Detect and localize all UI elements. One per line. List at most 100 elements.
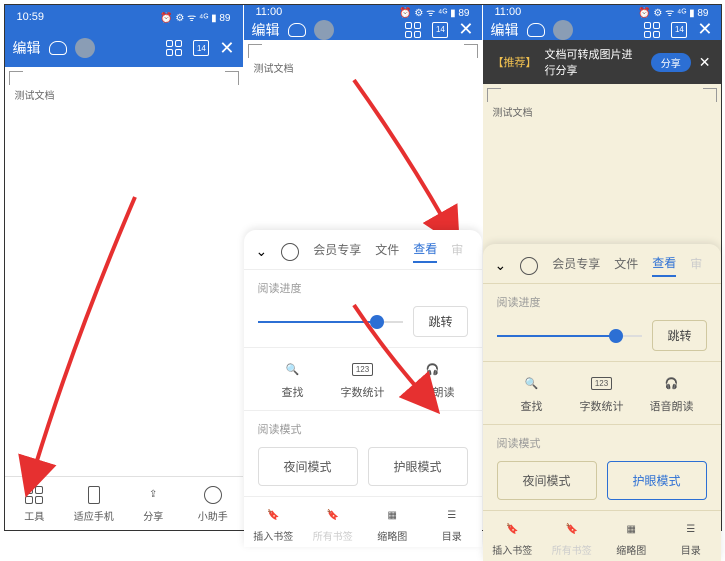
progress-label: 阅读进度: [258, 280, 468, 296]
tool-bottom-row: 🔖 插入书签 🔖 所有书签 ▦ 缩略图 ☰ 目录: [483, 510, 721, 561]
avatar[interactable]: [314, 20, 334, 40]
tab-view[interactable]: 查看: [413, 240, 437, 263]
bookmark-icon: 🔖: [263, 505, 283, 525]
cloud-icon[interactable]: [527, 21, 545, 39]
grid-icon[interactable]: [165, 39, 183, 57]
grid-icon[interactable]: [404, 21, 422, 39]
search-icon: 🔍: [282, 358, 304, 380]
chevron-down-icon[interactable]: ⌄: [495, 257, 507, 274]
banner-close-icon[interactable]: ✕: [699, 54, 711, 71]
bookmarks-icon: 🔖: [323, 505, 343, 525]
avatar[interactable]: [75, 38, 95, 58]
tab-file[interactable]: 文件: [614, 255, 638, 276]
calendar-icon[interactable]: 14: [671, 22, 687, 38]
status-time: 11:00: [256, 6, 283, 18]
toc[interactable]: ☰ 目录: [661, 519, 721, 557]
bookmarks-icon: 🔖: [562, 519, 582, 539]
tts-button[interactable]: 🎧 语音朗读: [637, 372, 707, 414]
tab-member[interactable]: 会员专享: [313, 241, 361, 262]
list-icon: ☰: [681, 519, 701, 539]
status-bar: 10:59 ⏰ ⚙ ᯤ ⁴ᴳ ▮ 89: [5, 5, 243, 29]
document-area[interactable]: 测试文档: [483, 84, 721, 244]
eye-mode-button[interactable]: 护眼模式: [368, 447, 468, 486]
share-icon: ⇪: [143, 485, 163, 505]
thumbnails[interactable]: ▦ 缩略图: [602, 519, 662, 557]
find-button[interactable]: 🔍 查找: [497, 372, 567, 414]
progress-section: 阅读进度 跳转: [244, 270, 482, 347]
mode-label: 阅读模式: [258, 421, 468, 437]
headphone-icon: 🎧: [422, 358, 444, 380]
mode-label: 阅读模式: [497, 435, 707, 451]
nav-tools[interactable]: 工具: [5, 477, 65, 530]
banner-tag: 【推荐】: [493, 54, 537, 70]
tab-member[interactable]: 会员专享: [552, 255, 600, 276]
close-icon[interactable]: ✕: [697, 19, 712, 40]
bottom-nav: 工具 适应手机 ⇪ 分享 小助手: [5, 476, 243, 530]
toc[interactable]: ☰ 目录: [422, 505, 482, 543]
status-icons: ⏰ ⚙ ᯤ ⁴ᴳ ▮ 89: [160, 10, 230, 24]
cloud-icon[interactable]: [288, 21, 306, 39]
status-time: 10:59: [17, 11, 45, 23]
doc-title: 测试文档: [15, 87, 233, 102]
tool-panel: ⌄ 会员专享 文件 查看 审 阅读进度 跳转: [244, 230, 482, 547]
promo-banner: 【推荐】 文档可转成图片进行分享 分享 ✕: [483, 40, 721, 84]
tab-more[interactable]: 审: [451, 241, 463, 262]
tab-file[interactable]: 文件: [375, 241, 399, 262]
mode-section: 阅读模式 夜间模式 护眼模式: [483, 424, 721, 510]
face-icon[interactable]: [520, 257, 538, 275]
tab-more[interactable]: 审: [690, 255, 702, 276]
progress-slider[interactable]: [497, 322, 643, 350]
tab-view[interactable]: 查看: [652, 254, 676, 277]
headphone-icon: 🎧: [661, 372, 683, 394]
actions-section: 🔍 查找 123 字数统计 🎧 语音朗读: [244, 347, 482, 410]
banner-text: 文档可转成图片进行分享: [545, 46, 643, 78]
face-icon[interactable]: [281, 243, 299, 261]
status-bar: 11:00 ⏰ ⚙ ᯤ ⁴ᴳ ▮ 89: [483, 5, 721, 19]
jump-button[interactable]: 跳转: [652, 320, 706, 351]
tab-row: ⌄ 会员专享 文件 查看 审: [483, 244, 721, 284]
tts-button[interactable]: 🎧 语音朗读: [398, 358, 468, 400]
calendar-icon[interactable]: 14: [193, 40, 209, 56]
nav-share[interactable]: ⇪ 分享: [124, 477, 184, 530]
calendar-icon[interactable]: 14: [432, 22, 448, 38]
wordcount-button[interactable]: 123 字数统计: [567, 372, 637, 414]
progress-label: 阅读进度: [497, 294, 707, 310]
all-bookmarks[interactable]: 🔖 所有书签: [542, 519, 602, 557]
status-icons: ⏰ ⚙ ᯤ ⁴ᴳ ▮ 89: [399, 5, 469, 19]
assistant-icon: [203, 485, 223, 505]
night-mode-button[interactable]: 夜间模式: [497, 461, 597, 500]
cloud-icon[interactable]: [49, 39, 67, 57]
grid-icon[interactable]: [643, 21, 661, 39]
progress-slider[interactable]: [258, 308, 404, 336]
actions-section: 🔍 查找 123 字数统计 🎧 语音朗读: [483, 361, 721, 424]
close-icon[interactable]: ✕: [458, 19, 473, 40]
count-icon: 123: [352, 358, 374, 380]
chevron-down-icon[interactable]: ⌄: [256, 243, 268, 260]
all-bookmarks[interactable]: 🔖 所有书签: [303, 505, 363, 543]
edit-label[interactable]: 编辑: [13, 38, 41, 58]
banner-share-button[interactable]: 分享: [651, 53, 691, 72]
document-area[interactable]: 测试文档: [244, 40, 482, 230]
eye-mode-button[interactable]: 护眼模式: [607, 461, 707, 500]
phone-icon: [84, 485, 104, 505]
phone-screen-left: 10:59 ⏰ ⚙ ᯤ ⁴ᴳ ▮ 89 编辑 14 ✕ 测试文档: [5, 5, 243, 530]
list-icon: ☰: [442, 505, 462, 525]
tool-panel: ⌄ 会员专享 文件 查看 审 阅读进度 跳转: [483, 244, 721, 561]
nav-adapt[interactable]: 适应手机: [64, 477, 124, 530]
insert-bookmark[interactable]: 🔖 插入书签: [244, 505, 304, 543]
wordcount-button[interactable]: 123 字数统计: [328, 358, 398, 400]
avatar[interactable]: [553, 20, 573, 40]
edit-label[interactable]: 编辑: [491, 20, 519, 40]
jump-button[interactable]: 跳转: [413, 306, 467, 337]
night-mode-button[interactable]: 夜间模式: [258, 447, 358, 486]
nav-assistant[interactable]: 小助手: [183, 477, 243, 530]
progress-section: 阅读进度 跳转: [483, 284, 721, 361]
tools-icon: [24, 485, 44, 505]
document-area[interactable]: 测试文档: [5, 67, 243, 476]
insert-bookmark[interactable]: 🔖 插入书签: [483, 519, 543, 557]
close-icon[interactable]: ✕: [219, 38, 234, 59]
bookmark-icon: 🔖: [502, 519, 522, 539]
thumbnails[interactable]: ▦ 缩略图: [363, 505, 423, 543]
edit-label[interactable]: 编辑: [252, 20, 280, 40]
find-button[interactable]: 🔍 查找: [258, 358, 328, 400]
